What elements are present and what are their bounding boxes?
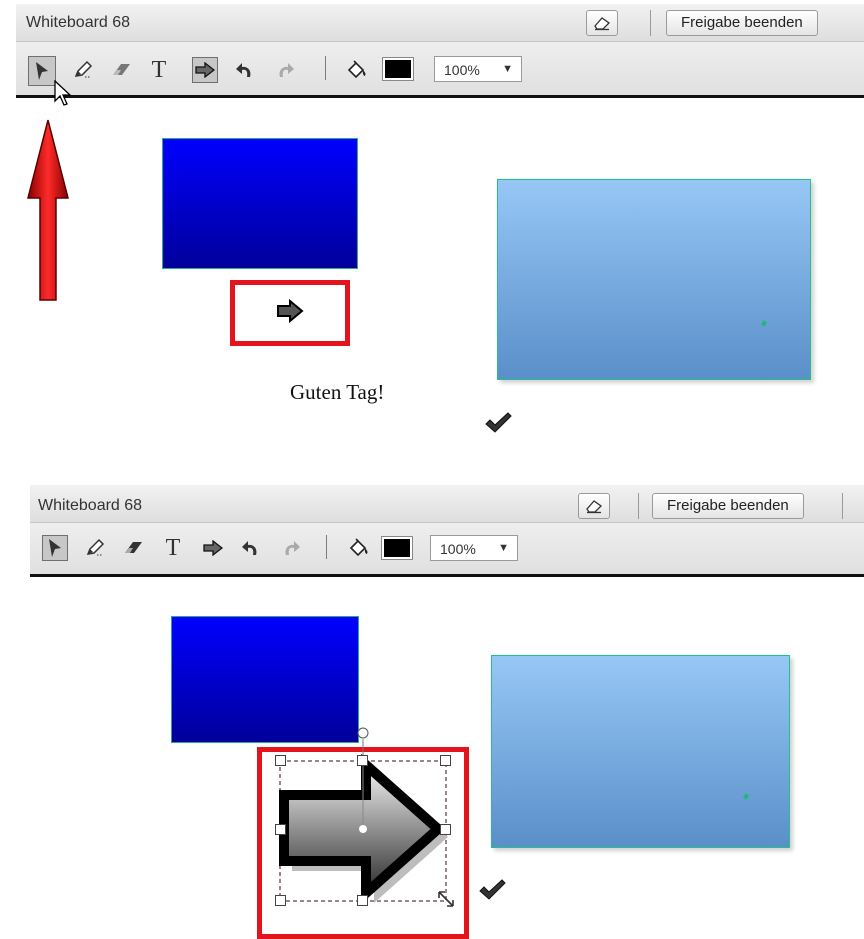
light-blue-rectangle[interactable]: [491, 655, 790, 848]
text-T-icon: T: [165, 534, 181, 561]
pencil-tool-button[interactable]: [82, 535, 108, 561]
tool-bar: T 100% ▼: [30, 523, 864, 577]
clear-board-button[interactable]: [578, 493, 610, 519]
redo-button[interactable]: [278, 535, 304, 561]
whiteboard-panel-top: Whiteboard 68 Freigabe beenden T 100% ▼ …: [0, 0, 864, 460]
arrow-tool-button[interactable]: [200, 535, 226, 561]
tool-bar: T 100% ▼: [16, 42, 864, 98]
title-bar: Whiteboard 68 Freigabe beenden: [30, 485, 864, 523]
fill-tool-button[interactable]: [346, 535, 372, 561]
arrow-tool-button[interactable]: [192, 57, 218, 83]
text-T-icon: T: [151, 56, 167, 83]
undo-button[interactable]: [238, 535, 264, 561]
resize-handle[interactable]: [440, 824, 451, 835]
title-separator: [842, 493, 843, 519]
select-tool-button[interactable]: [28, 56, 56, 86]
zoom-dropdown[interactable]: 100% ▼: [430, 535, 518, 561]
resize-handle[interactable]: [440, 755, 451, 766]
arrow-shape-icon: [195, 62, 215, 78]
pointer-arrow-icon: [49, 539, 61, 557]
toolbar-separator: [325, 56, 326, 80]
blue-rectangle[interactable]: [171, 616, 359, 743]
eraser-tool-button[interactable]: [108, 57, 134, 83]
undo-icon: [236, 63, 251, 77]
chevron-down-icon: ▼: [502, 63, 513, 75]
whiteboard-title: Whiteboard 68: [38, 497, 143, 514]
mouse-cursor-icon: [54, 80, 72, 106]
checkmark-icon: [479, 879, 506, 900]
eraser-page-icon: [594, 17, 611, 31]
text-tool-button[interactable]: T: [146, 57, 172, 83]
undo-button[interactable]: [232, 57, 258, 83]
chevron-down-icon: ▼: [498, 542, 509, 554]
end-share-button[interactable]: Freigabe beenden: [652, 493, 804, 519]
text-tool-button[interactable]: T: [160, 535, 186, 561]
eraser-icon: [125, 542, 142, 553]
red-arrow-annotation: [27, 119, 69, 301]
resize-handle[interactable]: [357, 895, 368, 906]
title-bar: Whiteboard 68 Freigabe beenden: [16, 4, 864, 42]
pencil-icon: [86, 538, 105, 556]
fill-tool-button[interactable]: [344, 57, 370, 83]
highlight-box-arrow-tool: [230, 280, 350, 346]
light-blue-rectangle[interactable]: [497, 179, 811, 380]
select-tool-button[interactable]: [42, 535, 68, 561]
arrow-shape-icon: [277, 299, 304, 323]
toolbar-separator: [326, 535, 327, 559]
color-picker[interactable]: [382, 57, 414, 81]
resize-handle[interactable]: [275, 755, 286, 766]
pointer-arrow-icon: [36, 62, 48, 80]
rotate-handle: [357, 727, 369, 739]
resize-handle[interactable]: [275, 895, 286, 906]
color-picker[interactable]: [381, 536, 413, 560]
blue-rectangle[interactable]: [162, 138, 358, 269]
redo-button[interactable]: [272, 57, 298, 83]
zoom-dropdown[interactable]: 100% ▼: [434, 56, 522, 82]
small-mark: [760, 320, 768, 327]
paint-bucket-icon: [349, 538, 368, 557]
redo-icon: [285, 541, 300, 555]
text-guten-tag[interactable]: Guten Tag!: [290, 380, 384, 405]
paint-bucket-icon: [347, 60, 366, 79]
pencil-tool-button[interactable]: [70, 57, 96, 83]
arrow-shape-icon: [203, 540, 223, 556]
clear-board-button[interactable]: [586, 10, 618, 36]
undo-icon: [242, 541, 257, 555]
title-separator: [650, 10, 651, 36]
pencil-icon: [74, 60, 93, 78]
eraser-tool-button[interactable]: [120, 535, 146, 561]
small-mark: [742, 793, 750, 800]
redo-icon: [279, 63, 294, 77]
resize-handle[interactable]: [357, 755, 368, 766]
eraser-page-icon: [586, 500, 603, 514]
whiteboard-panel-bottom: Whiteboard 68 Freigabe beenden T 100% ▼: [0, 485, 864, 939]
eraser-icon: [113, 64, 130, 75]
resize-diagonal-icon[interactable]: [436, 889, 456, 909]
zoom-value: 100%: [444, 62, 480, 78]
title-separator: [638, 493, 639, 519]
end-share-button[interactable]: Freigabe beenden: [666, 10, 818, 36]
resize-handle[interactable]: [275, 824, 286, 835]
whiteboard-title: Whiteboard 68: [26, 14, 131, 31]
checkmark-icon: [485, 412, 512, 433]
zoom-value: 100%: [440, 541, 476, 557]
